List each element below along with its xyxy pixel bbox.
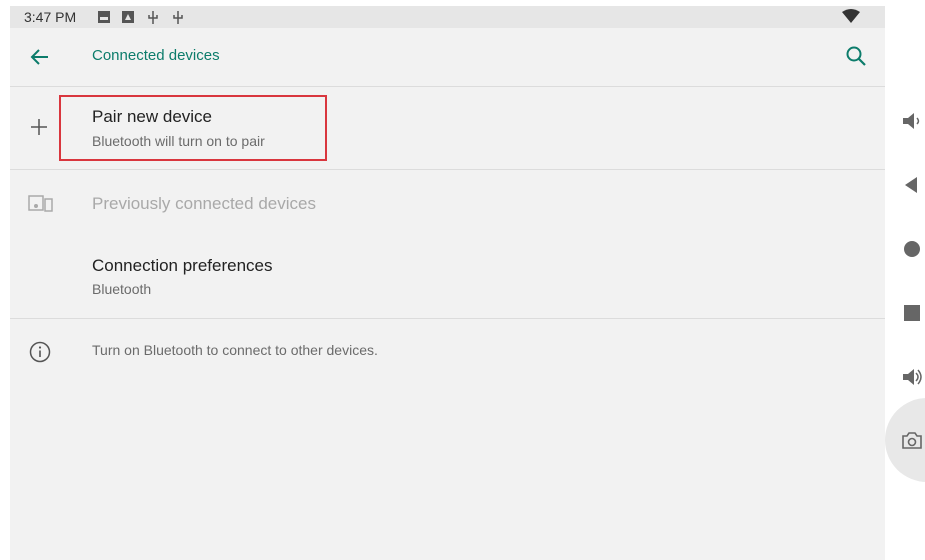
info-icon [29,341,51,363]
status-bar: 3:47 PM [10,6,885,28]
volume-down-icon[interactable] [901,110,923,132]
highlight-box [59,95,327,161]
bluetooth-info: Turn on Bluetooth to connect to other de… [10,319,885,379]
home-icon[interactable] [901,238,923,260]
back-icon[interactable] [901,174,923,196]
previously-connected-devices-item[interactable]: Previously connected devices [10,170,885,230]
photo-icon [122,11,134,23]
connection-preferences-title: Connection preferences [92,256,273,275]
status-time: 3:47 PM [24,9,77,25]
connection-preferences-subtitle: Bluetooth [92,281,152,297]
usb-icon [173,11,183,24]
plus-icon [31,119,47,135]
previously-connected-devices-title: Previously connected devices [92,194,316,213]
wifi-icon [842,9,860,23]
app-bar: Connected devices [10,28,885,87]
devices-icon [28,195,53,212]
image-icon [98,11,110,23]
usb-icon [148,11,158,24]
camera-icon[interactable] [901,430,923,452]
side-nav [885,0,925,560]
volume-up-icon[interactable] [901,366,923,388]
bluetooth-info-text: Turn on Bluetooth to connect to other de… [92,342,378,358]
arrow-back-icon[interactable] [28,45,52,69]
connection-preferences-item[interactable]: Connection preferences Bluetooth [10,242,885,318]
settings-screen: 3:47 PM Connected devices Pair new devic… [10,6,885,560]
page-title: Connected devices [92,47,220,64]
recents-icon[interactable] [901,302,923,324]
search-icon[interactable] [844,44,868,68]
